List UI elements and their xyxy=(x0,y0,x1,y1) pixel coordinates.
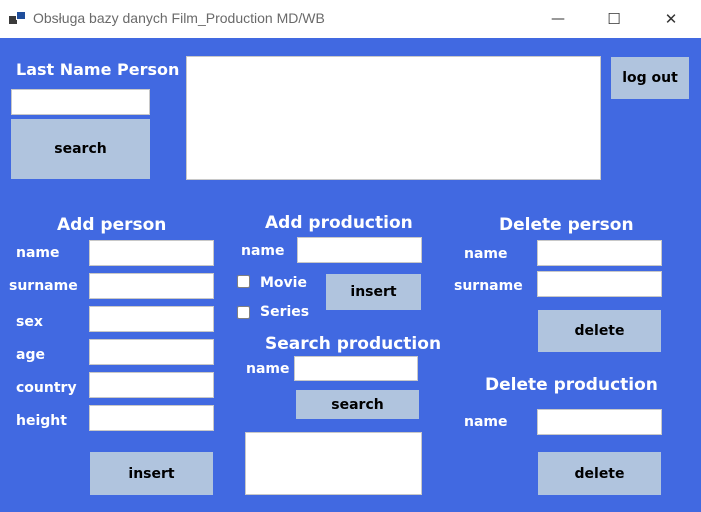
add-person-age-input[interactable] xyxy=(89,339,214,365)
close-button[interactable]: ✕ xyxy=(643,0,699,38)
add-person-age-label: age xyxy=(16,347,45,363)
delete-person-button[interactable]: delete xyxy=(538,310,661,352)
search-production-title: Search production xyxy=(265,334,442,354)
delete-person-title: Delete person xyxy=(499,215,634,235)
add-person-height-label: height xyxy=(16,413,67,429)
minimize-button[interactable]: — xyxy=(530,0,586,38)
series-checkbox[interactable] xyxy=(237,306,250,319)
add-person-sex-input[interactable] xyxy=(89,306,214,332)
add-person-name-input[interactable] xyxy=(89,240,214,266)
series-label: Series xyxy=(260,304,310,320)
delete-production-button[interactable]: delete xyxy=(538,452,661,495)
movie-label: Movie xyxy=(260,275,307,291)
delete-person-surname-input[interactable] xyxy=(537,271,662,297)
last-name-person-label: Last Name Person xyxy=(16,60,180,79)
add-production-name-label: name xyxy=(241,243,285,259)
maximize-button[interactable]: ☐ xyxy=(586,0,642,38)
last-name-input[interactable] xyxy=(11,89,150,115)
add-production-insert-button[interactable]: insert xyxy=(326,274,421,310)
add-person-country-input[interactable] xyxy=(89,372,214,398)
delete-person-name-input[interactable] xyxy=(537,240,662,266)
app-window: Obsługa bazy danych Film_Production MD/W… xyxy=(0,0,701,512)
search-production-name-input[interactable] xyxy=(294,356,418,381)
add-person-title: Add person xyxy=(57,215,167,235)
movie-checkbox[interactable] xyxy=(237,275,250,288)
search-production-button[interactable]: search xyxy=(296,390,419,419)
add-person-sex-label: sex xyxy=(16,314,43,330)
delete-production-title: Delete production xyxy=(485,375,658,395)
app-icon xyxy=(9,11,26,25)
delete-production-name-label: name xyxy=(464,414,508,430)
add-production-name-input[interactable] xyxy=(297,237,422,263)
add-production-title: Add production xyxy=(265,213,413,233)
add-person-surname-input[interactable] xyxy=(89,273,214,299)
delete-production-name-input[interactable] xyxy=(537,409,662,435)
add-person-height-input[interactable] xyxy=(89,405,214,431)
search-person-button[interactable]: search xyxy=(11,119,150,179)
logout-button[interactable]: log out xyxy=(611,57,689,99)
main-form: Last Name Person search log out Add pers… xyxy=(0,38,701,512)
production-results-box[interactable] xyxy=(245,432,422,495)
add-person-surname-label: surname xyxy=(9,278,78,294)
person-results-box[interactable] xyxy=(186,56,601,180)
delete-person-name-label: name xyxy=(464,246,508,262)
delete-person-surname-label: surname xyxy=(454,278,523,294)
search-production-name-label: name xyxy=(246,361,290,377)
window-title: Obsługa bazy danych Film_Production MD/W… xyxy=(33,10,325,26)
add-person-name-label: name xyxy=(16,245,60,261)
title-bar: Obsługa bazy danych Film_Production MD/W… xyxy=(0,0,701,39)
add-person-insert-button[interactable]: insert xyxy=(90,452,213,495)
add-person-country-label: country xyxy=(16,380,77,396)
